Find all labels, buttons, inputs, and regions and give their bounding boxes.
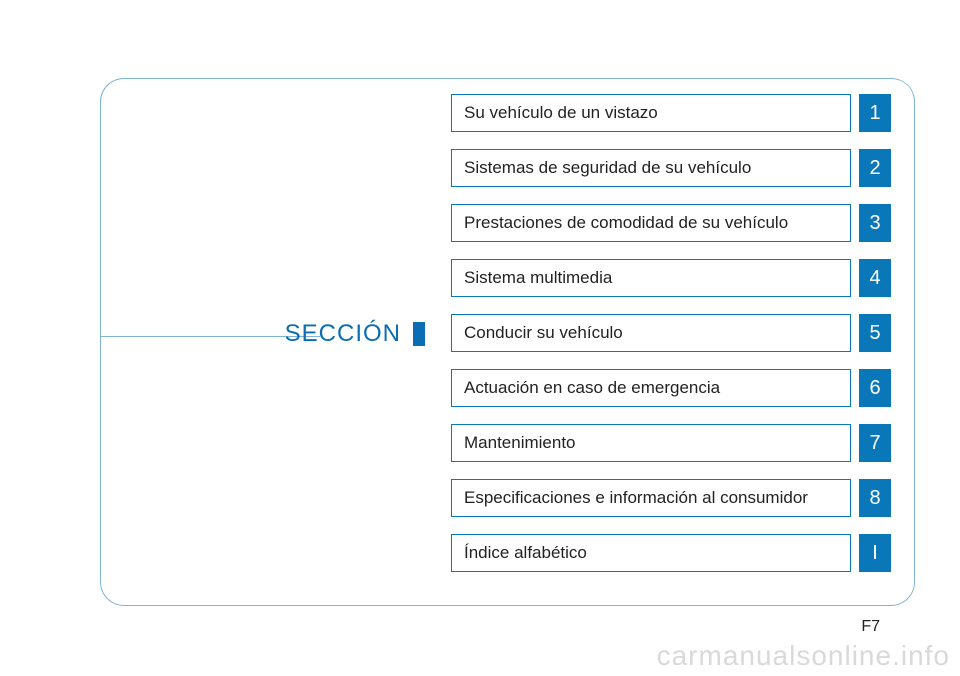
toc-number-tab[interactable]: 2 (859, 149, 891, 187)
toc-list: Su vehículo de un vistazo 1 Sistemas de … (451, 94, 891, 572)
toc-label[interactable]: Sistema multimedia (451, 259, 851, 297)
watermark: carmanualsonline.info (657, 640, 950, 672)
toc-label[interactable]: Prestaciones de comodidad de su vehículo (451, 204, 851, 242)
toc-number-tab[interactable]: 7 (859, 424, 891, 462)
toc-label[interactable]: Mantenimiento (451, 424, 851, 462)
toc-label[interactable]: Sistemas de seguridad de su vehículo (451, 149, 851, 187)
section-title: SECCIÓN (285, 320, 401, 348)
toc-item-7[interactable]: Mantenimiento 7 (451, 424, 891, 462)
toc-number-tab[interactable]: 6 (859, 369, 891, 407)
toc-item-index[interactable]: Índice alfabético I (451, 534, 891, 572)
toc-number-tab[interactable]: 8 (859, 479, 891, 517)
toc-number-tab[interactable]: 3 (859, 204, 891, 242)
page-number: F7 (861, 618, 880, 636)
toc-number-tab[interactable]: 5 (859, 314, 891, 352)
toc-item-5[interactable]: Conducir su vehículo 5 (451, 314, 891, 352)
toc-number-tab[interactable]: I (859, 534, 891, 572)
toc-number-tab[interactable]: 1 (859, 94, 891, 132)
toc-label[interactable]: Conducir su vehículo (451, 314, 851, 352)
toc-label[interactable]: Actuación en caso de emergencia (451, 369, 851, 407)
section-marker-icon (413, 322, 425, 346)
toc-item-3[interactable]: Prestaciones de comodidad de su vehículo… (451, 204, 891, 242)
section-heading-row: SECCIÓN (100, 320, 425, 348)
toc-item-6[interactable]: Actuación en caso de emergencia 6 (451, 369, 891, 407)
toc-item-4[interactable]: Sistema multimedia 4 (451, 259, 891, 297)
toc-label[interactable]: Índice alfabético (451, 534, 851, 572)
toc-label[interactable]: Su vehículo de un vistazo (451, 94, 851, 132)
toc-number-tab[interactable]: 4 (859, 259, 891, 297)
toc-item-2[interactable]: Sistemas de seguridad de su vehículo 2 (451, 149, 891, 187)
toc-item-8[interactable]: Especificaciones e información al consum… (451, 479, 891, 517)
toc-item-1[interactable]: Su vehículo de un vistazo 1 (451, 94, 891, 132)
toc-label[interactable]: Especificaciones e información al consum… (451, 479, 851, 517)
